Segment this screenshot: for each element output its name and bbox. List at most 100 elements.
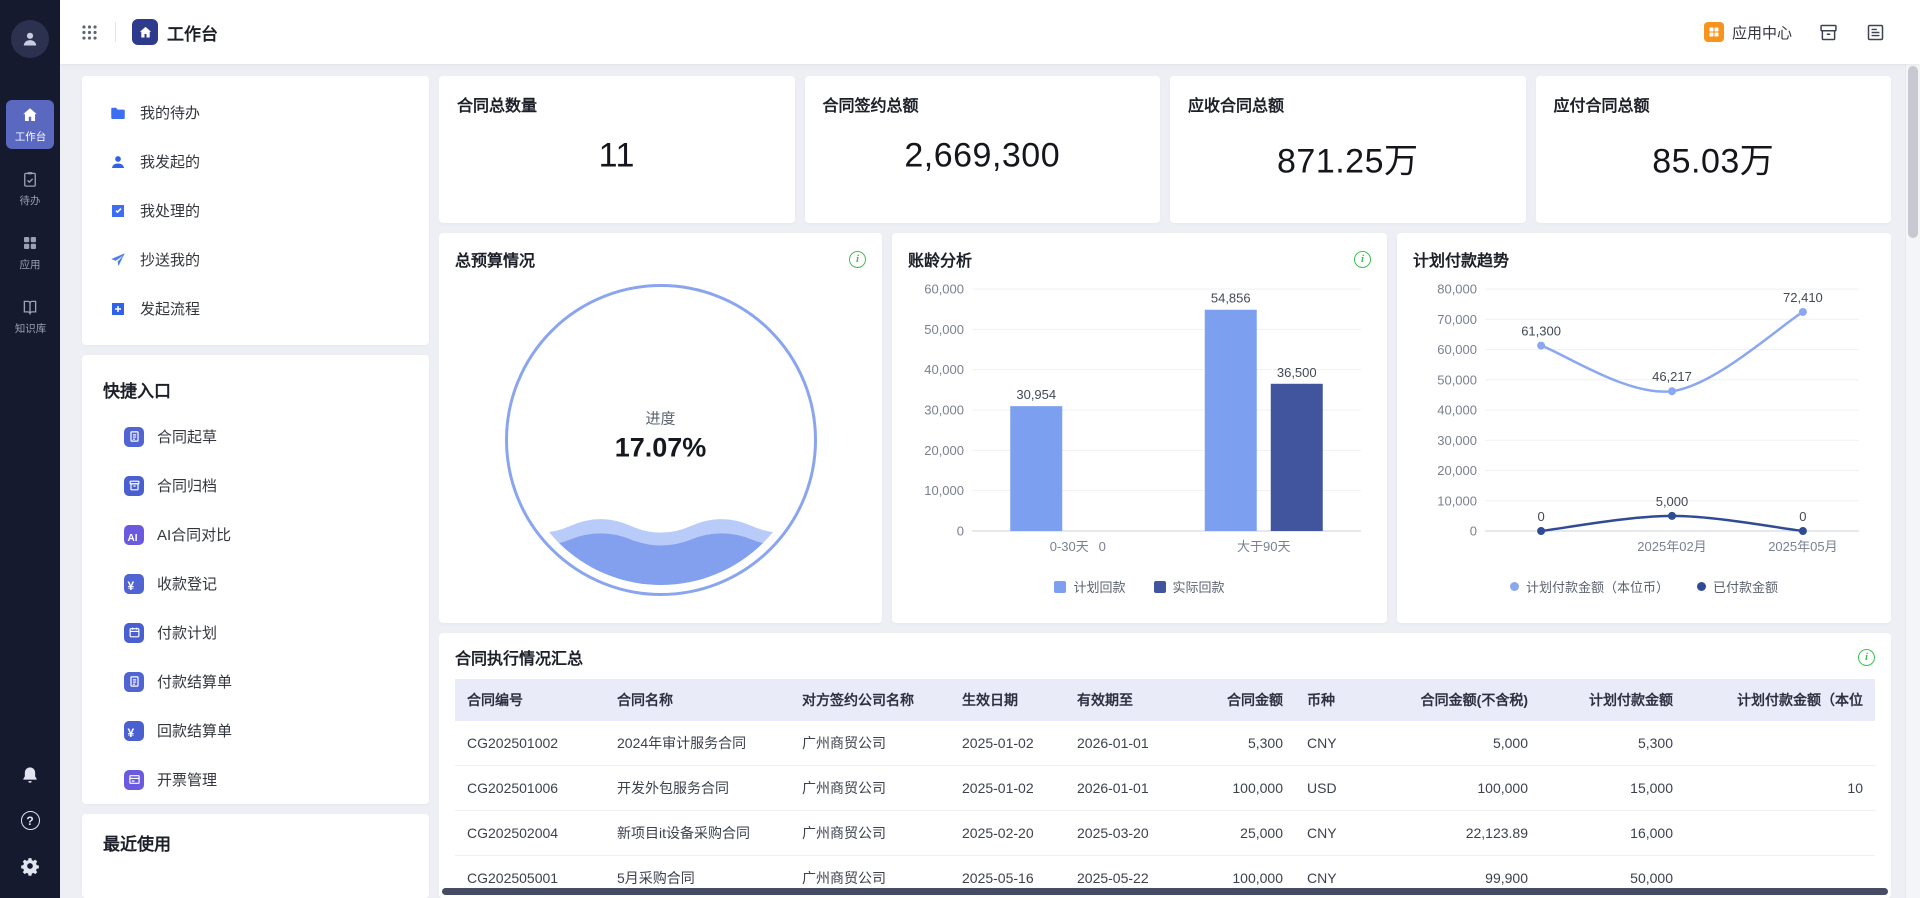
table-cell: 2026-01-01 xyxy=(1065,721,1190,766)
quick-item-contract-draft[interactable]: 合同起草 xyxy=(82,412,429,461)
recent-used-card: 最近使用 xyxy=(82,814,429,898)
info-icon[interactable]: i xyxy=(1354,251,1371,268)
invoice-manage-icon xyxy=(124,770,144,790)
svg-text:2025年02月: 2025年02月 xyxy=(1637,539,1706,554)
table-cell: 25,000 xyxy=(1190,811,1295,856)
quick-item-ai-contract-compare[interactable]: AI AI合同对比 xyxy=(82,510,429,559)
content-area: 我的待办 我发起的 我处理的 抄送我的 发起流程 快捷入口 合同起草 合同归档 … xyxy=(60,64,1920,898)
legend-item[interactable]: 计划付款金额（本位币） xyxy=(1510,577,1669,596)
table-row[interactable]: CG202502004新项目it设备采购合同广州商贸公司2025-02-2020… xyxy=(455,811,1875,856)
aging-bar-chart: 010,00020,00030,00040,00050,00060,00030,… xyxy=(908,273,1371,573)
news-icon[interactable] xyxy=(1865,22,1886,43)
quick-item-invoice-manage[interactable]: 开票管理 xyxy=(82,755,429,804)
column-header: 计划付款金额 xyxy=(1540,679,1685,721)
rail-item-workbench[interactable]: 工作台 xyxy=(6,100,54,149)
table-row[interactable]: CG202501006开发外包服务合同广州商贸公司2025-01-022026-… xyxy=(455,766,1875,811)
grid-menu-icon[interactable] xyxy=(80,23,99,42)
table-cell: 2025-02-20 xyxy=(950,811,1065,856)
payment-trend-legend: 计划付款金额（本位币） 已付款金额 xyxy=(1413,577,1875,596)
table-cell: USD xyxy=(1295,766,1390,811)
gear-icon[interactable] xyxy=(20,856,40,876)
table-cell xyxy=(1685,811,1875,856)
legend-swatch xyxy=(1054,581,1066,593)
table-cell: 5,000 xyxy=(1390,721,1540,766)
svg-text:0: 0 xyxy=(1099,539,1106,554)
svg-text:40,000: 40,000 xyxy=(924,362,964,377)
apps-icon xyxy=(21,234,39,252)
payment-plan-icon xyxy=(124,623,144,643)
svg-text:30,000: 30,000 xyxy=(924,403,964,418)
table-cell: 新项目it设备采购合同 xyxy=(605,811,790,856)
column-header: 合同名称 xyxy=(605,679,790,721)
svg-text:61,300: 61,300 xyxy=(1521,324,1561,339)
rail-item-label: 知识库 xyxy=(14,320,45,335)
left-panel: 我的待办 我发起的 我处理的 抄送我的 发起流程 快捷入口 合同起草 合同归档 … xyxy=(82,76,429,898)
quick-entry-list: 合同起草 合同归档 AI AI合同对比 ¥ 收款登记 付款计划 付款结算单 ¥ … xyxy=(82,412,429,804)
storage-icon[interactable] xyxy=(1818,22,1839,43)
menu-item-processed-by-me[interactable]: 我处理的 xyxy=(82,186,429,235)
aging-chart-legend: 计划回款 实际回款 xyxy=(908,577,1371,596)
help-icon[interactable]: ? xyxy=(21,811,40,830)
home-icon xyxy=(138,25,153,40)
svg-text:50,000: 50,000 xyxy=(924,322,964,337)
svg-text:72,410: 72,410 xyxy=(1783,290,1823,305)
menu-item-label: 我发起的 xyxy=(140,151,200,172)
payment-trend-title: 计划付款趋势 xyxy=(1413,247,1509,271)
legend-swatch xyxy=(1697,582,1706,591)
table-cell: 100,000 xyxy=(1390,766,1540,811)
column-header: 币种 xyxy=(1295,679,1390,721)
table-row[interactable]: CG2025010022024年审计服务合同广州商贸公司2025-01-0220… xyxy=(455,721,1875,766)
app-center-button[interactable]: 应用中心 xyxy=(1704,22,1792,43)
person-icon xyxy=(20,29,40,49)
svg-text:60,000: 60,000 xyxy=(1437,342,1477,357)
quick-item-receipt-statement[interactable]: ¥ 回款结算单 xyxy=(82,706,429,755)
info-icon[interactable]: i xyxy=(849,251,866,268)
svg-text:20,000: 20,000 xyxy=(924,443,964,458)
workflow-menu-card: 我的待办 我发起的 我处理的 抄送我的 发起流程 xyxy=(82,76,429,345)
svg-text:20,000: 20,000 xyxy=(1437,463,1477,478)
rail-nav: 工作台 待办 应用 知识库 xyxy=(6,100,54,341)
user-avatar[interactable] xyxy=(11,20,49,58)
bell-icon[interactable] xyxy=(20,765,40,785)
quick-item-receipt-register[interactable]: ¥ 收款登记 xyxy=(82,559,429,608)
menu-item-start-process[interactable]: 发起流程 xyxy=(82,284,429,333)
info-icon[interactable]: i xyxy=(1858,649,1875,666)
table-h-scrollbar[interactable] xyxy=(442,888,1888,895)
stat-value: 871.25万 xyxy=(1170,133,1526,182)
rail-item-apps[interactable]: 应用 xyxy=(6,228,54,277)
page-scrollbar-track[interactable] xyxy=(1905,64,1920,898)
rail-bottom: ? xyxy=(20,765,40,876)
table-cell: 15,000 xyxy=(1540,766,1685,811)
quick-item-label: 付款结算单 xyxy=(157,671,232,692)
menu-item-my-todo[interactable]: 我的待办 xyxy=(82,88,429,137)
legend-item[interactable]: 计划回款 xyxy=(1054,577,1125,596)
svg-text:70,000: 70,000 xyxy=(1437,312,1477,327)
table-cell: 100,000 xyxy=(1190,766,1295,811)
top-header: 工作台 应用中心 xyxy=(60,0,1920,64)
quick-item-payment-plan[interactable]: 付款计划 xyxy=(82,608,429,657)
rail-item-todo[interactable]: 待办 xyxy=(6,164,54,213)
svg-text:46,217: 46,217 xyxy=(1652,369,1692,384)
payment-statement-icon xyxy=(124,672,144,692)
svg-text:0: 0 xyxy=(1537,509,1544,524)
svg-text:0-30天: 0-30天 xyxy=(1050,539,1089,554)
rail-item-knowledge[interactable]: 知识库 xyxy=(6,292,54,341)
contract-summary-table: 合同编号合同名称对方签约公司名称生效日期有效期至合同金额币种合同金额(不含税)计… xyxy=(455,679,1875,898)
menu-item-initiated-by-me[interactable]: 我发起的 xyxy=(82,137,429,186)
stat-card-total-contracts: 合同总数量 11 xyxy=(439,76,795,223)
table-cell: 10 xyxy=(1685,766,1875,811)
page-scrollbar-thumb[interactable] xyxy=(1908,66,1918,238)
svg-text:30,000: 30,000 xyxy=(1437,433,1477,448)
legend-item[interactable]: 实际回款 xyxy=(1154,577,1225,596)
stat-label: 合同签约总额 xyxy=(823,92,1143,116)
app-center-icon xyxy=(1704,22,1724,42)
legend-item[interactable]: 已付款金额 xyxy=(1697,577,1778,596)
quick-item-contract-archive[interactable]: 合同归档 xyxy=(82,461,429,510)
table-cell: 5,300 xyxy=(1540,721,1685,766)
legend-label: 实际回款 xyxy=(1173,577,1225,596)
stat-value: 11 xyxy=(439,136,795,175)
stat-card-total-signed-amount: 合同签约总额 2,669,300 xyxy=(805,76,1161,223)
menu-item-cc-to-me[interactable]: 抄送我的 xyxy=(82,235,429,284)
quick-item-payment-statement[interactable]: 付款结算单 xyxy=(82,657,429,706)
menu-item-label: 我处理的 xyxy=(140,200,200,221)
